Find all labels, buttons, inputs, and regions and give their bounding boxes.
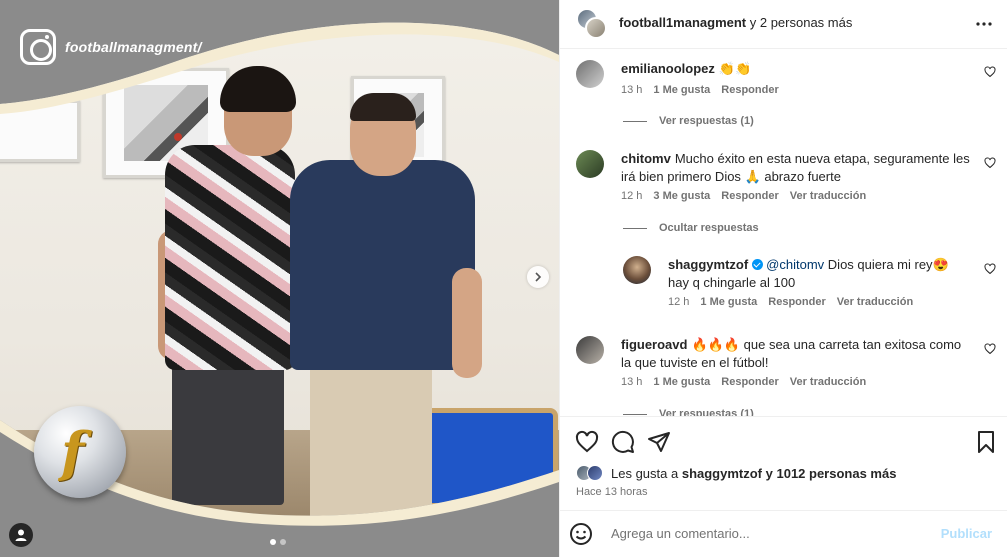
comment-meta: 12 h 3 Me gusta Responder Ver traducción <box>621 190 866 202</box>
avatar[interactable] <box>623 256 651 284</box>
heart-icon[interactable] <box>984 157 996 169</box>
emoji-icon[interactable] <box>569 522 593 546</box>
post-photo[interactable]: footballmanagment/ f <box>0 0 559 557</box>
post-authors: football1managment y 2 personas más <box>619 15 852 30</box>
post-sidebar: football1managment y 2 personas más emil… <box>559 0 1007 557</box>
comment-meta: 12 h 1 Me gusta Responder Ver traducción <box>668 296 913 308</box>
hide-replies-label: Ocultar respuestas <box>659 222 759 234</box>
likes-count[interactable]: y 1012 personas más <box>766 466 897 481</box>
heart-icon[interactable] <box>984 66 996 78</box>
author-collaborators[interactable]: y 2 personas más <box>750 15 853 30</box>
reply-button[interactable]: Responder <box>721 84 778 96</box>
translate-button[interactable]: Ver traducción <box>790 190 866 202</box>
view-replies-label: Ver respuestas (1) <box>659 115 754 127</box>
comment-username[interactable]: chitomv <box>621 151 671 166</box>
likes-summary: Les gusta a shaggymtzof y 1012 personas … <box>576 465 896 481</box>
avatar <box>585 17 607 39</box>
translate-button[interactable]: Ver traducción <box>837 296 913 308</box>
post-timestamp[interactable]: Hace 13 horas <box>576 486 648 498</box>
carousel-dot-active <box>270 539 276 545</box>
bookmark-save-icon[interactable] <box>974 430 998 454</box>
brand-handle: footballmanagment/ <box>65 39 202 55</box>
football-logo-badge: f <box>34 406 126 498</box>
carousel-dot <box>280 539 286 545</box>
comment-body: chitomv Mucho éxito en esta nueva etapa, … <box>621 150 973 186</box>
chevron-right-icon <box>535 272 542 282</box>
likes-prefix: Les gusta a <box>611 465 679 481</box>
avatar[interactable] <box>576 150 604 178</box>
hide-replies-button[interactable]: Ocultar respuestas <box>623 222 759 234</box>
likes-text: Les gusta a shaggymtzof y 1012 personas … <box>607 466 896 481</box>
comment-time: 13 h <box>621 84 643 96</box>
heart-icon[interactable] <box>984 263 996 275</box>
user-icon <box>15 529 27 541</box>
brand-watermark: footballmanagment/ <box>20 29 202 65</box>
heart-icon[interactable] <box>984 343 996 355</box>
comment-composer: Publicar <box>560 510 1007 557</box>
share-send-icon[interactable] <box>647 430 671 454</box>
view-replies-button[interactable]: Ver respuestas (1) <box>623 408 754 416</box>
view-replies-label: Ver respuestas (1) <box>659 408 754 416</box>
comment-text: Mucho éxito en esta nueva etapa, seguram… <box>621 151 970 184</box>
comments-list: emilianoolopez 👏👏 13 h 1 Me gusta Respond… <box>560 50 1007 416</box>
avatar[interactable] <box>576 336 604 364</box>
tagged-users-button[interactable] <box>9 523 33 547</box>
reply-button[interactable]: Responder <box>721 376 778 388</box>
carousel-next-button[interactable] <box>527 266 549 288</box>
comment-bubble-icon[interactable] <box>611 430 635 454</box>
comment-body: shaggymtzof @chitomv Dios quiera mi rey😍 … <box>668 256 973 292</box>
comment-body: figueroavd 🔥🔥🔥 que sea una carreta tan ex… <box>621 336 973 372</box>
comment-time: 13 h <box>621 376 643 388</box>
author-username[interactable]: football1managment <box>619 15 746 30</box>
comment-meta: 13 h 1 Me gusta Responder <box>621 84 779 96</box>
author-avatars[interactable] <box>576 8 607 39</box>
reply-button[interactable]: Responder <box>721 190 778 202</box>
comment-username[interactable]: emilianoolopez <box>621 61 715 76</box>
comment-likes[interactable]: 1 Me gusta <box>653 84 710 96</box>
avatar[interactable] <box>576 60 604 88</box>
post-comment-button[interactable]: Publicar <box>941 526 992 541</box>
comment-time: 12 h <box>621 190 643 202</box>
comment-likes[interactable]: 1 Me gusta <box>700 296 757 308</box>
verified-badge-icon <box>752 259 764 270</box>
avatar <box>587 465 603 481</box>
carousel-indicator <box>270 539 286 545</box>
comment-input[interactable] <box>611 522 931 544</box>
comment-likes[interactable]: 3 Me gusta <box>653 190 710 202</box>
comment-body: emilianoolopez 👏👏 <box>621 60 973 78</box>
person-left-shirt <box>165 145 295 370</box>
post-actions: Les gusta a shaggymtzof y 1012 personas … <box>560 416 1007 556</box>
comment-mention[interactable]: @chitomv <box>766 257 824 272</box>
person-right-shirt <box>290 160 475 370</box>
instagram-post-viewer: footballmanagment/ f football1managment … <box>0 0 1007 557</box>
comment-text: 👏👏 <box>718 61 752 76</box>
translate-button[interactable]: Ver traducción <box>790 376 866 388</box>
more-options-icon[interactable] <box>974 14 994 34</box>
view-replies-button[interactable]: Ver respuestas (1) <box>623 115 754 127</box>
like-heart-icon[interactable] <box>575 430 599 454</box>
comment-meta: 13 h 1 Me gusta Responder Ver traducción <box>621 376 866 388</box>
comment-username[interactable]: shaggymtzof <box>668 257 748 272</box>
comment-time: 12 h <box>668 296 690 308</box>
instagram-logo-icon <box>20 29 56 65</box>
person-right-arm <box>452 268 482 378</box>
comment-likes[interactable]: 1 Me gusta <box>653 376 710 388</box>
likes-username[interactable]: shaggymtzof <box>682 466 762 481</box>
reply-button[interactable]: Responder <box>768 296 825 308</box>
comment-username[interactable]: figueroavd <box>621 337 687 352</box>
post-header: football1managment y 2 personas más <box>560 0 1007 49</box>
